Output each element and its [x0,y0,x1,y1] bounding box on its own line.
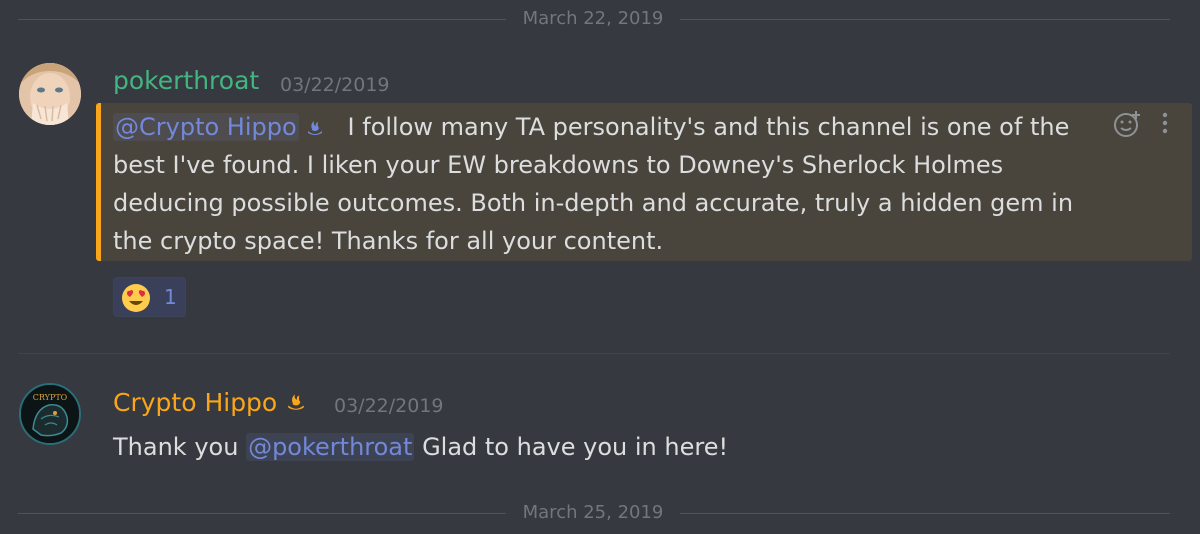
message-timestamp[interactable]: 03/22/2019 [334,389,444,423]
add-reaction-icon[interactable] [1114,111,1140,137]
message-separator [18,353,1170,354]
avatar[interactable] [19,63,81,125]
message-text: Thank you [113,433,239,461]
divider-line [18,19,506,20]
date-divider: March 22, 2019 [0,9,1170,29]
date-divider: March 25, 2019 [0,503,1170,523]
avatar-logo-text: CRYPTO [33,393,68,402]
reaction-button[interactable]: 1 [113,277,186,317]
heart-eyes-emoji-icon [121,283,151,313]
avatar[interactable]: CRYPTO [19,383,81,445]
reaction-count: 1 [164,285,177,309]
user-mention[interactable]: @pokerthroat [246,433,415,461]
author-name-text: Crypto Hippo [113,388,278,417]
divider-date: March 25, 2019 [522,502,664,523]
message-content: @Crypto Hippo I follow many TA personali… [113,108,1113,260]
message-timestamp[interactable]: 03/22/2019 [280,68,390,102]
divider-date: March 22, 2019 [522,8,664,29]
author-name[interactable]: Crypto Hippo [113,386,307,420]
divider-line [680,513,1170,514]
fire-badge-icon [285,387,307,410]
divider-line [18,513,506,514]
more-options-icon[interactable] [1162,112,1168,134]
message-text: Glad to have you in here! [422,433,729,461]
message-actions [1111,110,1177,138]
fire-badge-icon [305,110,325,135]
user-mention[interactable]: @Crypto Hippo [113,113,299,141]
message-content: Thank you @pokerthroat Glad to have you … [113,428,728,466]
divider-line [680,19,1170,20]
author-name[interactable]: pokerthroat [113,64,259,98]
